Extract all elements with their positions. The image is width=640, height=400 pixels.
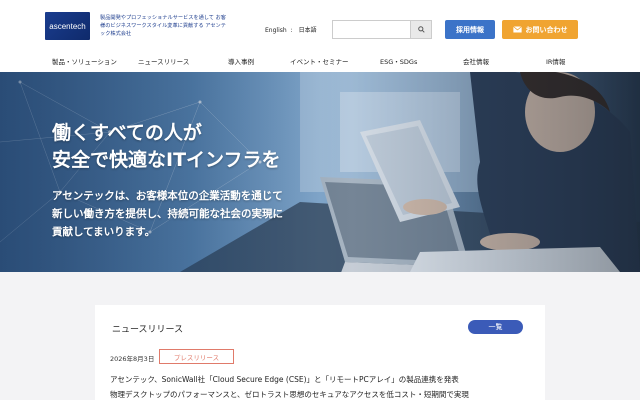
logo-text: ascentech <box>49 21 86 31</box>
hero-body-line3: 貢献してまいります。 <box>52 226 156 238</box>
lang-english-link[interactable]: English <box>265 27 287 34</box>
lang-japanese-link[interactable]: 日本語 <box>299 27 317 34</box>
search-button[interactable] <box>410 21 431 38</box>
hero-heading-line1: 働くすべての人が <box>52 122 202 144</box>
news-list-button[interactable]: 一覧 <box>468 320 523 334</box>
hero-heading-line2: 安全で快適なITインフラを <box>52 149 281 171</box>
lang-separator: : <box>290 27 293 34</box>
search-icon <box>417 26 425 33</box>
contact-label: お問い合わせ <box>525 25 568 34</box>
hero-description: アセンテックは、お客様本位の企業活動を通じて 新しい働き方を提供し、持続可能な社… <box>52 187 283 241</box>
news-section-title: ニュースリリース <box>112 325 184 335</box>
nav-company[interactable]: 会社情報 <box>463 56 489 66</box>
main-nav: 製品・ソリューション ニュースリリース 導入事例 イベント・セミナー ESG・S… <box>0 50 640 72</box>
contact-button[interactable]: お問い合わせ <box>502 20 578 39</box>
hero-body-line2: 新しい働き方を提供し、持続可能な社会の実現に <box>52 208 283 220</box>
company-logo[interactable]: ascentech <box>45 12 90 40</box>
search-input[interactable] <box>333 21 411 38</box>
hero-heading: 働くすべての人が 安全で快適なITインフラを <box>52 120 280 174</box>
nav-case-studies[interactable]: 導入事例 <box>228 56 254 66</box>
news-subheadline[interactable]: 物理デスクトップのパフォーマンスと、ゼロトラスト思想のセキュアなアクセスを低コス… <box>110 389 469 400</box>
hero-body-line1: アセンテックは、お客様本位の企業活動を通じて <box>52 190 283 202</box>
language-switcher: English: 日本語 <box>265 25 321 34</box>
search-box <box>332 20 432 39</box>
nav-news[interactable]: ニュースリリース <box>138 56 189 66</box>
nav-esg[interactable]: ESG・SDGs <box>380 56 417 66</box>
mail-icon <box>512 26 522 33</box>
news-headline-link[interactable]: アセンテック、SonicWall社「Cloud Secure Edge (CSE… <box>110 374 459 385</box>
nav-products[interactable]: 製品・ソリューション <box>52 56 117 66</box>
nav-ir[interactable]: IR情報 <box>546 56 565 66</box>
nav-events[interactable]: イベント・セミナー <box>290 56 349 66</box>
recruit-button[interactable]: 採用情報 <box>445 20 495 39</box>
site-header: ascentech 製品開発やプロフェッショナルサービスを通して お客様のビジネ… <box>0 0 640 48</box>
hero-banner: 働くすべての人が 安全で快適なITインフラを アセンテックは、お客様本位の企業活… <box>0 72 640 272</box>
news-category-tag: プレスリリース <box>159 349 234 364</box>
company-tagline: 製品開発やプロフェッショナルサービスを通して お客様のビジネスワークスタイル変革… <box>100 15 226 37</box>
news-date: 2026年8月3日 <box>110 355 155 363</box>
